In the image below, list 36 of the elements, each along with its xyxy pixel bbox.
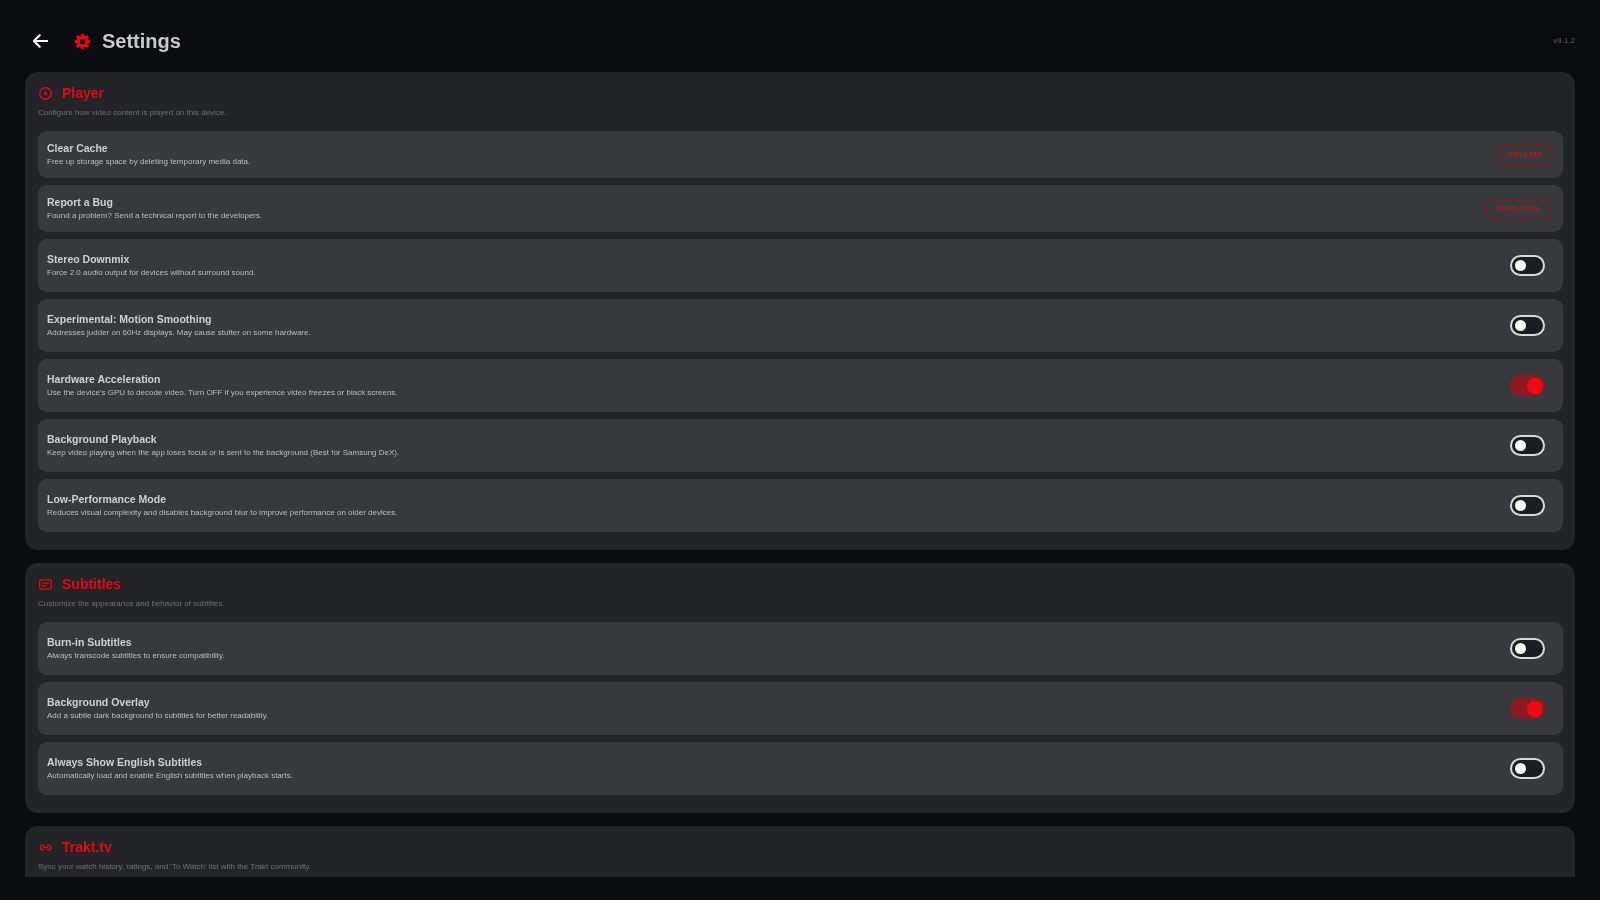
toggle-switch[interactable] <box>1510 375 1545 396</box>
setting-title: Report a Bug <box>47 196 114 209</box>
setting-title: Always Show English Subtitles <box>47 756 204 769</box>
play-circle-icon <box>39 86 52 100</box>
setting-description: Always transcode subtitles to ensure compatibility. <box>47 651 225 661</box>
setting-title: Hardware Acceleration <box>47 373 162 386</box>
setting-description: Free up storage space by deleting temporary media data. <box>47 157 251 167</box>
setting-description: Add a subtle dark background to subtitles for better readability. <box>47 711 269 721</box>
section-title: Player <box>62 85 105 101</box>
setting-title: Experimental: Motion Smoothing <box>47 313 213 326</box>
section-description: Customize the appearance and behavior of subtitles. <box>38 598 226 609</box>
setting-title: Background Overlay <box>47 696 151 709</box>
section-title: Subtitles <box>62 576 122 592</box>
version-label: v9.1.2 <box>1553 36 1575 46</box>
gear-icon <box>74 32 91 50</box>
setting-description: Force 2.0 audio output for devices without surround sound. <box>47 268 256 278</box>
section-description: Sync your watch history, ratings, and 'To Watch' list with the Trakt community. <box>38 861 312 872</box>
action-button[interactable]: OPEN TOOL <box>1485 198 1552 219</box>
setting-description: Automatically load and enable English subtitles when playback starts. <box>47 771 293 781</box>
setting-description: Found a problem? Send a technical report to the developers. <box>47 211 263 221</box>
setting-description: Use the device's GPU to decode video. Turn OFF if you experience video freezes or black screens. <box>47 388 398 398</box>
caption-icon <box>39 577 52 591</box>
setting-title: Burn-in Subtitles <box>47 636 133 649</box>
setting-title: Background Playback <box>47 433 158 446</box>
toggle-switch[interactable] <box>1510 698 1545 719</box>
setting-description: Reduces visual complexity and disables background blur to improve performance on older devices. <box>47 508 398 518</box>
setting-description: Keep video playing when the app loses focus or is sent to the background (Best for Samsung DeX). <box>47 448 400 458</box>
setting-description: Addresses judder on 60Hz displays. May cause stutter on some hardware. <box>47 328 311 338</box>
setting-title: Low-Performance Mode <box>47 493 168 506</box>
action-button[interactable]: 285.0 MB <box>1497 144 1552 165</box>
setting-title: Stereo Downmix <box>47 253 131 266</box>
arrow-left-icon <box>33 34 48 48</box>
setting-title: Clear Cache <box>47 142 109 155</box>
back-button[interactable] <box>33 34 48 48</box>
page-title: Settings <box>102 29 181 53</box>
section-title: Trakt.tv <box>62 839 112 855</box>
